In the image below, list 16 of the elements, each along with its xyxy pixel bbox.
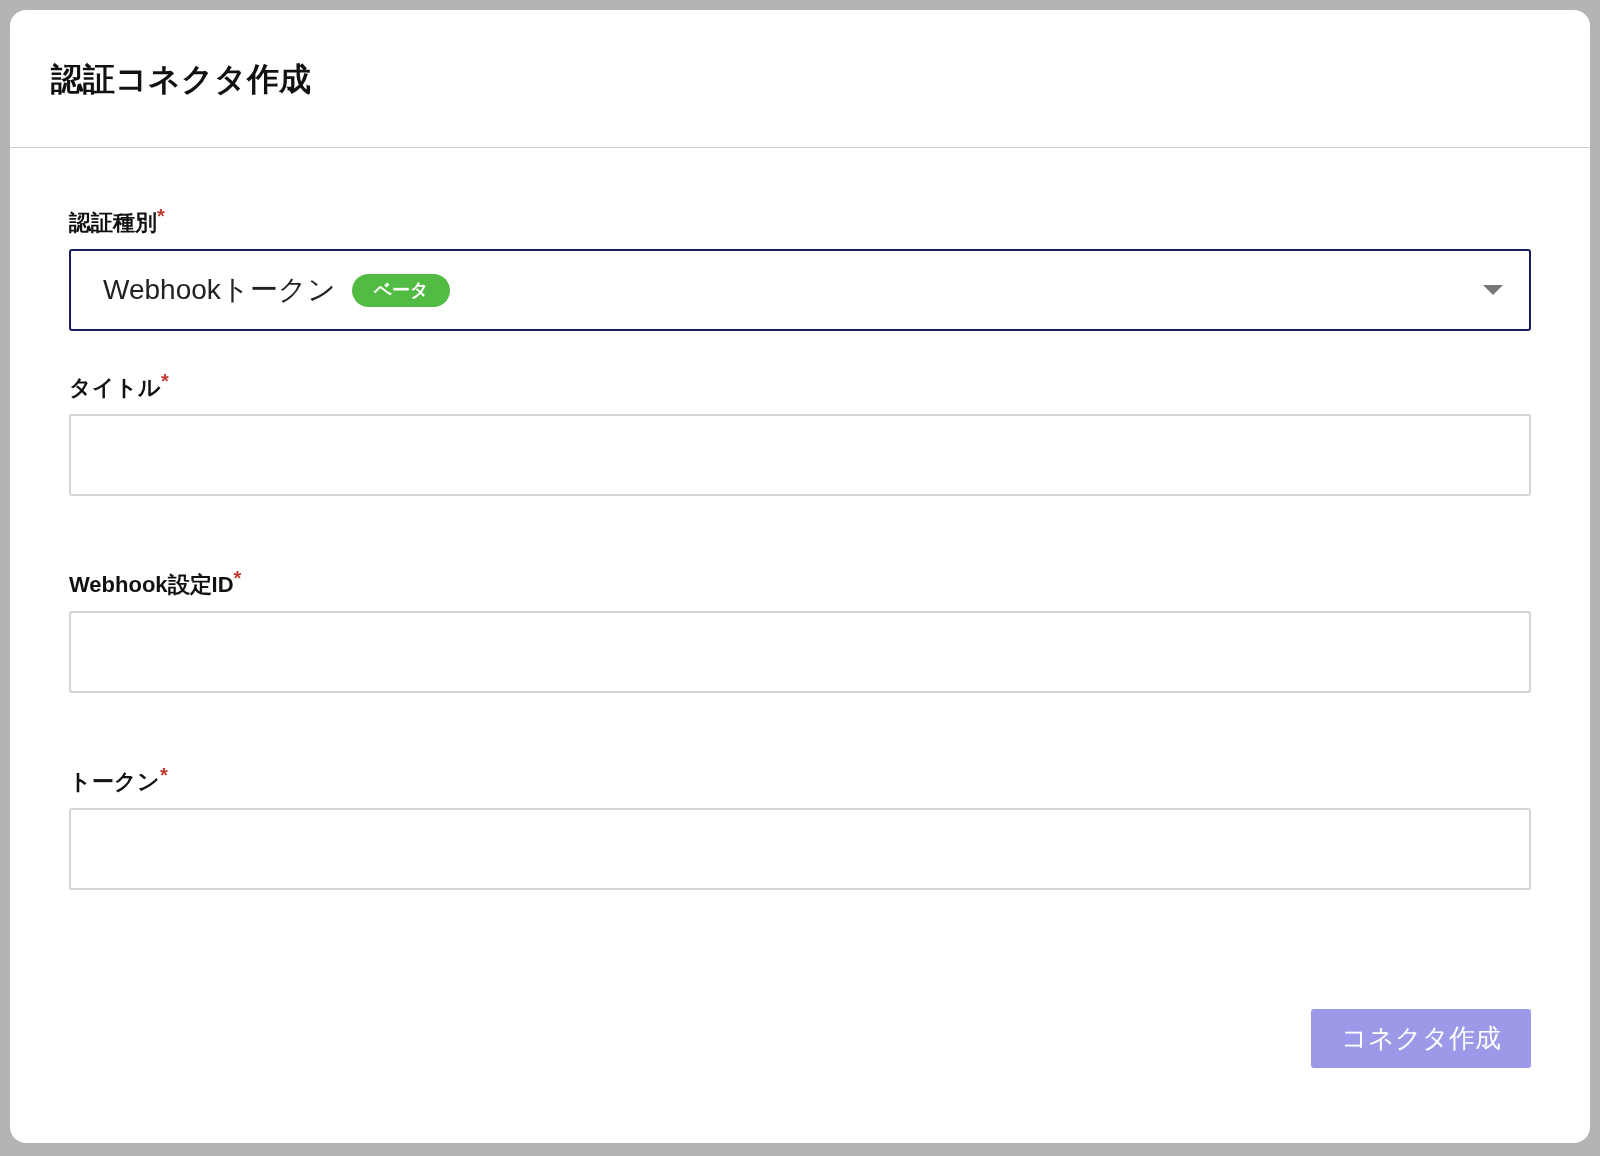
input-field[interactable] bbox=[69, 808, 1531, 890]
required-mark: * bbox=[161, 371, 169, 391]
field-label: トークン bbox=[69, 768, 160, 796]
dialog-title: 認証コネクタ作成 bbox=[51, 59, 311, 99]
dropdown-value: Webhookトークン bbox=[103, 273, 336, 307]
field-label: タイトル bbox=[69, 374, 161, 402]
dropdown-caret-icon bbox=[1483, 285, 1503, 295]
required-mark: * bbox=[157, 206, 165, 226]
input-field[interactable] bbox=[69, 414, 1531, 496]
required-mark: * bbox=[160, 765, 168, 785]
field-label: Webhook設定ID bbox=[69, 572, 234, 599]
beta-badge: ベータ bbox=[351, 273, 450, 307]
input-field[interactable] bbox=[69, 611, 1531, 693]
field-label: 認証種別 bbox=[69, 210, 157, 237]
auth-type-dropdown[interactable]: Webhookトークン ベータ bbox=[69, 249, 1531, 331]
required-mark: * bbox=[233, 568, 242, 588]
